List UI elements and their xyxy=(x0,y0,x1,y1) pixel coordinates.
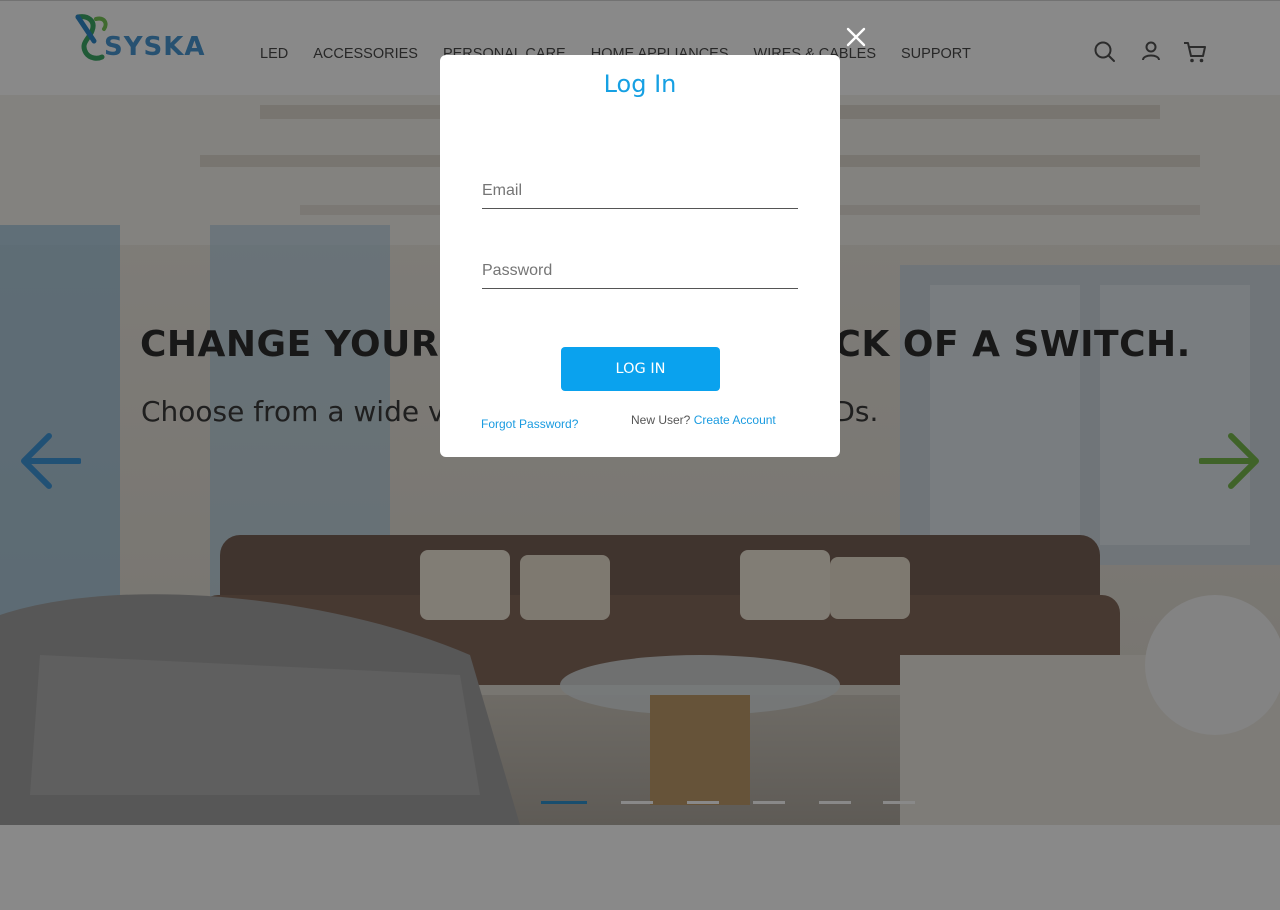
forgot-password-link[interactable]: Forgot Password? xyxy=(481,417,578,431)
new-user-text: New User? Create Account xyxy=(631,413,776,427)
new-user-label: New User? xyxy=(631,413,691,427)
login-modal: Log In LOG IN Forgot Password? New User?… xyxy=(440,55,840,457)
login-button[interactable]: LOG IN xyxy=(561,347,720,391)
close-icon[interactable] xyxy=(844,25,868,49)
create-account-link[interactable]: Create Account xyxy=(694,413,776,427)
password-input[interactable] xyxy=(482,253,798,289)
email-input[interactable] xyxy=(482,173,798,209)
login-title: Log In xyxy=(603,70,677,98)
